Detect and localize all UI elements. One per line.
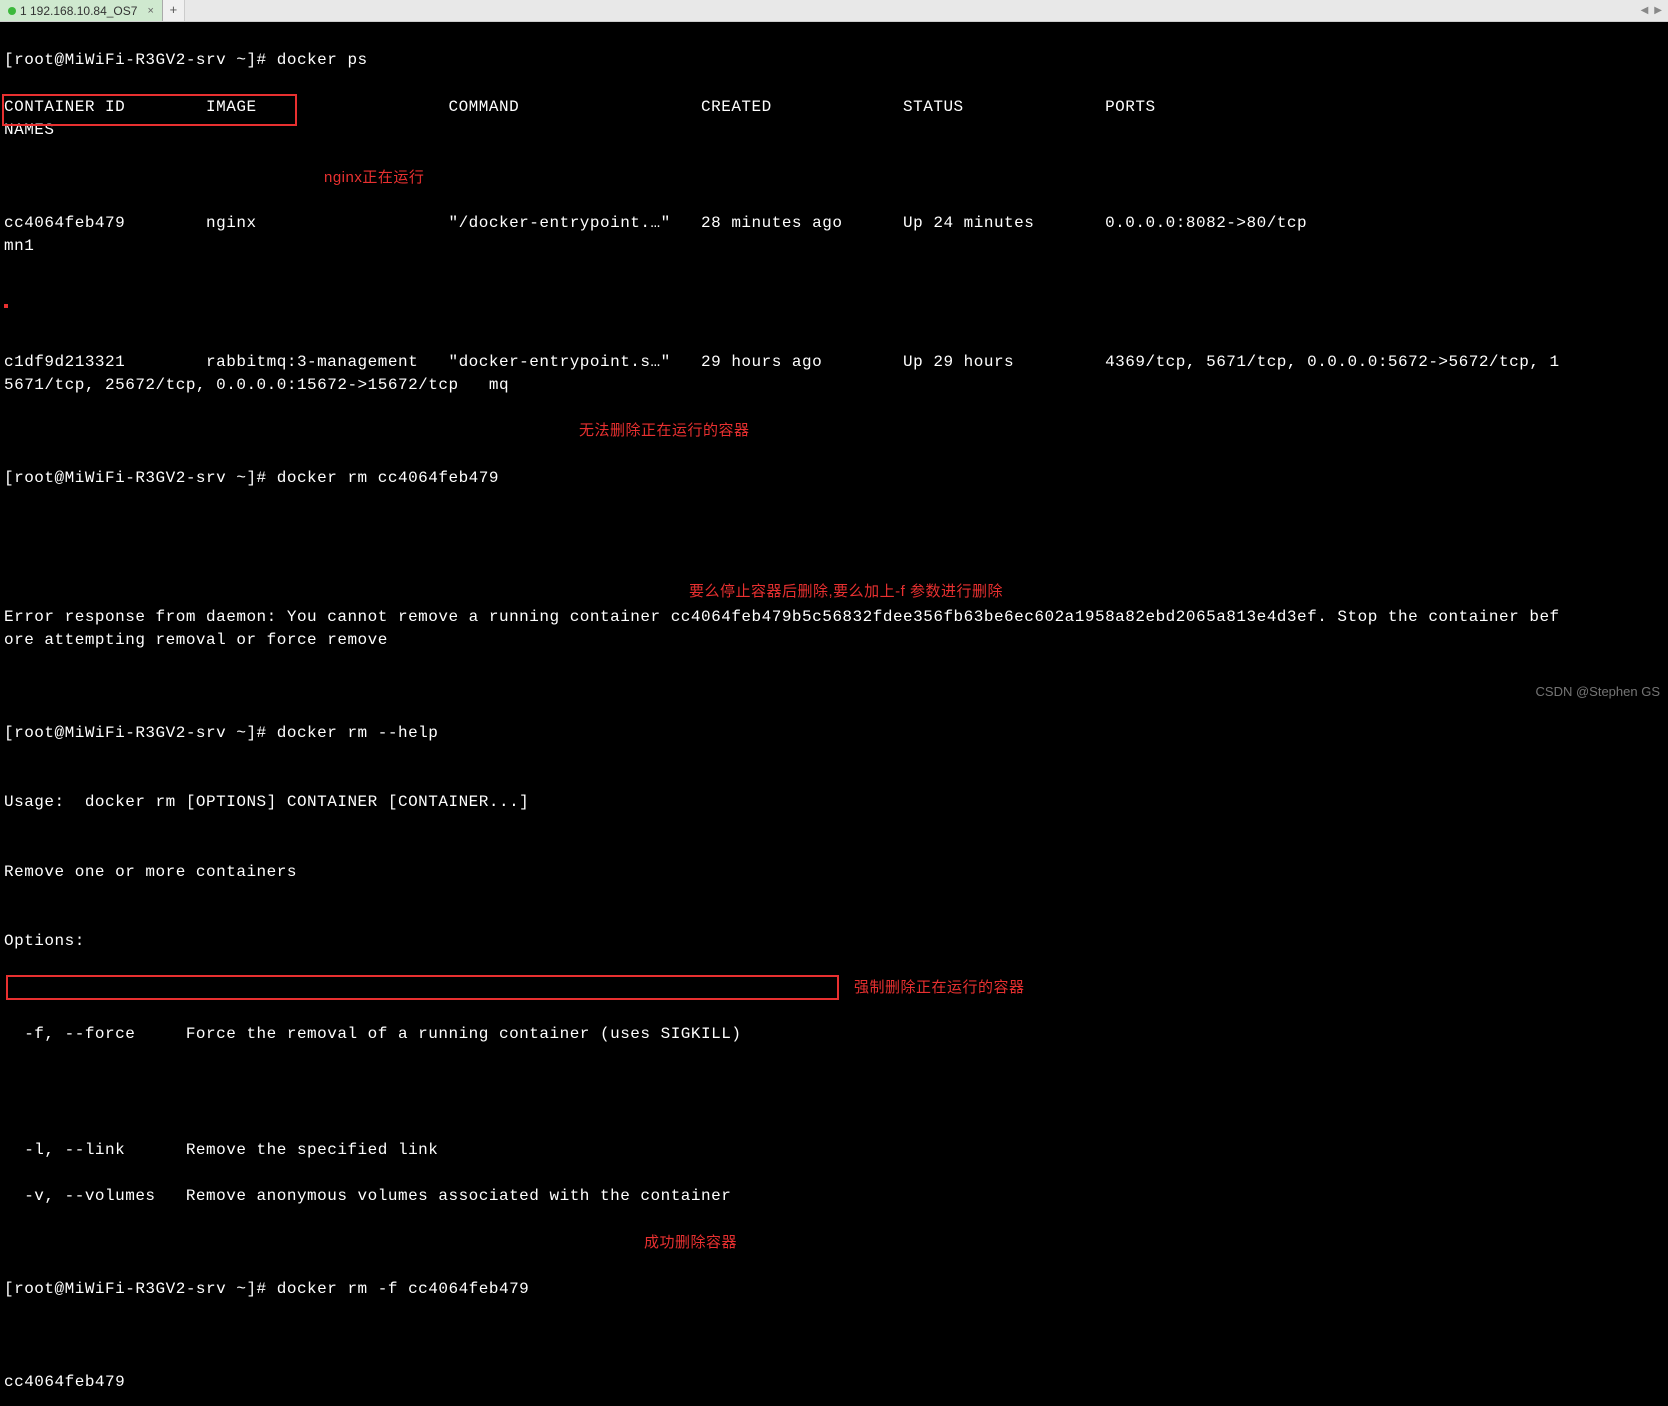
prompt-line: [root@MiWiFi-R3GV2-srv ~]# docker rm -f …	[4, 1232, 1664, 1348]
highlight-box-force	[6, 975, 839, 1000]
output-option-volumes: -v, --volumes Remove anonymous volumes a…	[4, 1185, 1564, 1208]
output-text: [root@MiWiFi-R3GV2-srv ~]# docker rm -f …	[4, 1278, 1564, 1301]
annotation-stop-or-force: 要么停止容器后删除,要么加上-f 参数进行删除	[689, 581, 1668, 603]
close-icon[interactable]: ×	[147, 5, 153, 17]
nav-right-icon[interactable]: ▶	[1652, 5, 1664, 17]
plus-icon: +	[169, 3, 177, 18]
prompt-line: [root@MiWiFi-R3GV2-srv ~]# docker rm cc4…	[4, 420, 1664, 536]
output-row: c1df9d213321 rabbitmq:3-management "dock…	[4, 351, 1564, 397]
output-error: Error response from daemon: You cannot r…	[4, 559, 1664, 698]
prompt-line: [root@MiWiFi-R3GV2-srv ~]# docker rm --h…	[4, 722, 1564, 745]
annotation-nginx-running: nginx正在运行	[324, 167, 1668, 189]
output-text: [root@MiWiFi-R3GV2-srv ~]# docker rm cc4…	[4, 467, 1564, 490]
annotation-force-remove: 强制删除正在运行的容器	[854, 977, 1668, 999]
output-option-force: -f, --force Force the removal of a runni…	[4, 977, 1664, 1116]
output-usage: Usage: docker rm [OPTIONS] CONTAINER [CO…	[4, 791, 1564, 814]
tab-nav: ◀ ▶	[1639, 5, 1668, 17]
output-text: cc4064feb479 nginx "/docker-entrypoint.……	[4, 212, 1564, 258]
annotation-cannot-remove: 无法删除正在运行的容器	[579, 420, 1668, 442]
tab-active[interactable]: 1 192.168.10.84_OS7 ×	[0, 0, 163, 21]
output-text: Error response from daemon: You cannot r…	[4, 606, 1564, 652]
nav-left-icon[interactable]: ◀	[1639, 5, 1651, 17]
terminal-output[interactable]: [root@MiWiFi-R3GV2-srv ~]# docker ps CON…	[0, 22, 1668, 1406]
tab-bar: 1 192.168.10.84_OS7 × + ◀ ▶	[0, 0, 1668, 22]
output-text: -f, --force Force the removal of a runni…	[4, 1023, 1564, 1046]
output-option-link: -l, --link Remove the specified link	[4, 1139, 1564, 1162]
watermark: CSDN @Stephen GS	[1536, 684, 1660, 699]
highlight-box-nginx	[4, 304, 8, 308]
output-desc: Remove one or more containers	[4, 861, 1564, 884]
output-options-header: Options:	[4, 930, 1564, 953]
add-tab-button[interactable]: +	[163, 0, 185, 21]
tab-title: 1 192.168.10.84_OS7	[20, 4, 137, 18]
output-result: cc4064feb479	[4, 1371, 1564, 1394]
output-header: CONTAINER ID IMAGE COMMAND CREATED STATU…	[4, 96, 1564, 142]
output-row: cc4064feb479 nginx "/docker-entrypoint.……	[4, 165, 1664, 327]
annotation-success-remove: 成功删除容器	[644, 1232, 1668, 1254]
prompt-line: [root@MiWiFi-R3GV2-srv ~]# docker ps	[4, 49, 1564, 72]
status-dot-icon	[8, 7, 16, 15]
